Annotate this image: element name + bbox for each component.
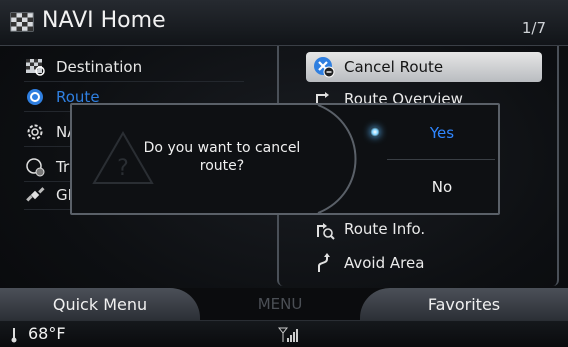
no-button[interactable]: No (387, 161, 497, 213)
signal-strength-icon (278, 327, 298, 342)
route-info-icon (312, 217, 336, 241)
cancel-route-icon (312, 55, 336, 79)
navi-screen: NAVI Home 1/7 Destination Route NA Tr GI (0, 0, 568, 347)
checkered-flag-icon (10, 12, 34, 32)
cancel-route-button[interactable]: Cancel Route (306, 52, 542, 82)
status-bar: 68°F (0, 320, 568, 347)
avoid-area-button[interactable]: Avoid Area (312, 248, 540, 278)
selection-indicator (370, 127, 380, 137)
svg-text:?: ? (117, 156, 129, 181)
quick-menu-tab[interactable]: Quick Menu (0, 288, 200, 320)
right-item-label: Cancel Route (344, 58, 444, 76)
page-indicator: 1/7 (521, 19, 546, 37)
cancel-route-dialog: ? Do you want to cancel route? Yes No (70, 103, 500, 215)
dialog-message: Do you want to cancel route? (143, 140, 301, 174)
thermometer-icon (11, 328, 17, 343)
page-title: NAVI Home (42, 8, 166, 33)
menu-label: MENU (257, 295, 303, 313)
destination-flag-icon (24, 56, 46, 78)
outside-temperature: 68°F (28, 324, 66, 343)
dialog-divider-curve (317, 105, 357, 213)
traffic-icon (24, 156, 46, 178)
bottom-menu-bar: Quick Menu MENU Favorites (0, 288, 568, 320)
right-item-label: Route Info. (344, 220, 426, 238)
route-icon (24, 86, 46, 108)
settings-gear-icon (24, 121, 46, 143)
header-bar: NAVI Home 1/7 (0, 0, 568, 46)
favorites-tab[interactable]: Favorites (360, 288, 568, 320)
gps-satellite-icon (24, 184, 46, 206)
left-item-destination[interactable]: Destination (24, 52, 244, 82)
left-item-label: Destination (56, 57, 143, 76)
option-divider (387, 159, 495, 160)
left-item-label: Tr (56, 157, 70, 176)
yes-button[interactable]: Yes (387, 107, 497, 159)
avoid-area-icon (312, 251, 336, 275)
right-item-label: Avoid Area (344, 254, 425, 272)
route-info-button[interactable]: Route Info. (312, 214, 540, 244)
